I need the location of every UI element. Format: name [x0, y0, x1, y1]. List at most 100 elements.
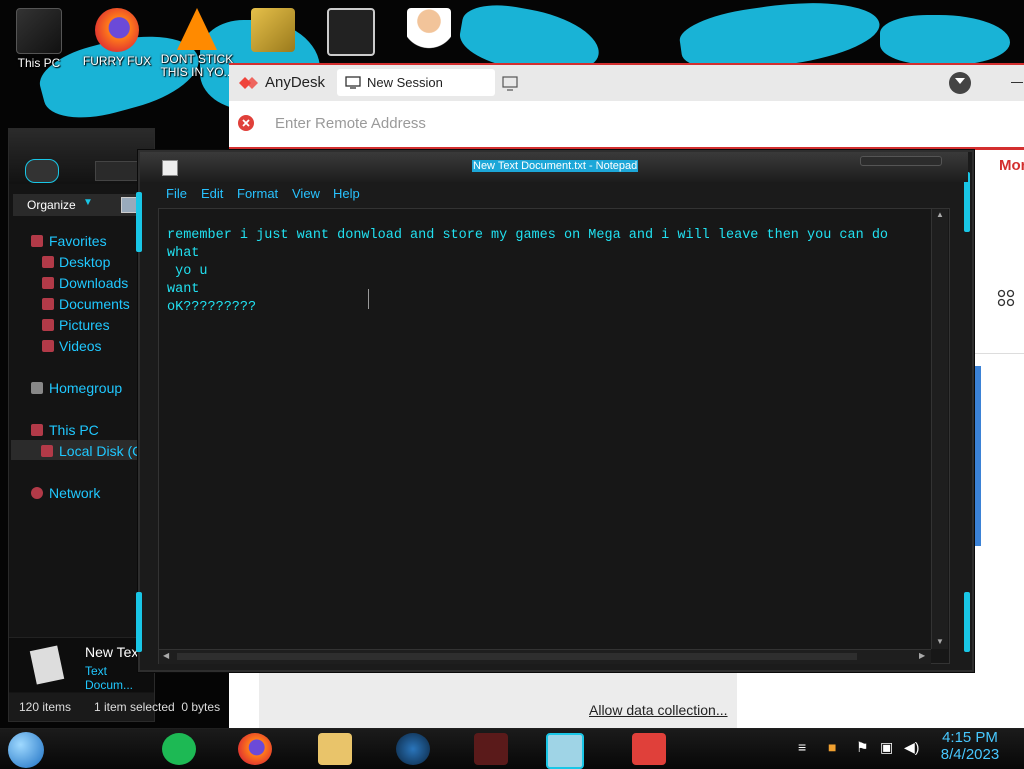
- nav-downloads[interactable]: Downloads: [59, 275, 128, 291]
- menu-help[interactable]: Help: [333, 186, 360, 201]
- volume-icon[interactable]: ◀): [904, 739, 919, 756]
- nav-desktop[interactable]: Desktop: [59, 254, 110, 270]
- chevron-down-icon: ▼: [83, 197, 93, 208]
- this-pc-icon: [31, 424, 43, 436]
- allow-data-collection-link[interactable]: Allow data collection...: [589, 702, 728, 718]
- anydesk-logo-icon: [239, 77, 258, 89]
- menu-format[interactable]: Format: [237, 186, 278, 201]
- homegroup-icon: [31, 382, 43, 394]
- frame-accent: [136, 592, 142, 652]
- address-crumb[interactable]: [95, 161, 141, 181]
- scroll-right-icon[interactable]: ▶: [919, 651, 925, 660]
- videos-icon: [42, 340, 54, 352]
- file-explorer-window[interactable]: Organize ▼ Favorites Desktop Downloads D…: [8, 128, 220, 722]
- error-icon: [238, 115, 254, 131]
- tray-app-icon[interactable]: ■: [828, 739, 836, 755]
- anydesk-tab-bar: AnyDesk New Session: [229, 63, 1024, 101]
- status-bar: 120 items 1 item selected 0 bytes: [9, 693, 220, 721]
- nav-homegroup[interactable]: Homegroup: [49, 380, 122, 396]
- wallpaper-splash: [880, 15, 1010, 65]
- explorer-header: [9, 129, 154, 184]
- more-link[interactable]: Mor: [999, 157, 1024, 174]
- nav-documents[interactable]: Documents: [59, 296, 130, 312]
- scroll-thumb[interactable]: [177, 653, 857, 660]
- address-bar: Enter Remote Address: [229, 101, 1024, 150]
- computer-icon: [16, 8, 62, 54]
- details-pane: New Tex Text Docum...: [9, 637, 154, 692]
- grid-view-icon[interactable]: [997, 289, 1015, 307]
- desktop-icon: [42, 256, 54, 268]
- file-explorer-icon[interactable]: [318, 733, 352, 765]
- anydesk-icon[interactable]: [632, 733, 666, 765]
- footer-panel: [259, 666, 737, 728]
- monitor-icon: [345, 76, 361, 89]
- hxd-editor-icon: [251, 8, 295, 52]
- taskbar: ≡ ■ ⚑ ▣ ◀) 4:15 PM 8/4/2023: [0, 728, 1024, 769]
- menu-edit[interactable]: Edit: [201, 186, 223, 201]
- remote-address-input[interactable]: Enter Remote Address: [275, 115, 426, 132]
- tab-label: New Session: [367, 75, 443, 90]
- pictures-icon: [42, 319, 54, 331]
- notepad-icon: [162, 160, 178, 176]
- scroll-left-icon[interactable]: ◀: [163, 651, 169, 660]
- menu-file[interactable]: File: [166, 186, 187, 201]
- firefox-icon: [95, 8, 139, 52]
- menu-view[interactable]: View: [292, 186, 320, 201]
- nav-pictures[interactable]: Pictures: [59, 317, 110, 333]
- network-tray-icon[interactable]: ▣: [880, 739, 893, 756]
- desktop-icon-hxd[interactable]: [237, 8, 309, 55]
- frame-accent: [136, 192, 142, 252]
- horizontal-scrollbar[interactable]: ◀ ▶: [159, 649, 931, 664]
- notepad-window[interactable]: New Text Document.txt - Notepad File Edi…: [136, 150, 974, 672]
- flag-icon[interactable]: ⚑: [856, 739, 869, 756]
- favorites-icon: [31, 235, 43, 247]
- item-count: 120 items: [19, 700, 72, 714]
- text-editor-area[interactable]: remember i just want donwload and store …: [158, 208, 950, 664]
- spotify-icon[interactable]: [162, 733, 196, 765]
- scroll-down-icon[interactable]: ▼: [936, 637, 944, 646]
- back-button[interactable]: [25, 159, 59, 183]
- notepad-icon[interactable]: [546, 733, 584, 769]
- window-controls[interactable]: [860, 156, 942, 166]
- selected-file-name: New Tex: [85, 644, 139, 660]
- start-button[interactable]: [8, 732, 44, 768]
- vlc-icon: [177, 8, 217, 50]
- clock[interactable]: 4:15 PM 8/4/2023: [938, 729, 1002, 763]
- desktop-icon-this-pc[interactable]: This PC: [3, 8, 75, 70]
- disk-icon: [41, 445, 53, 457]
- desktop-icon-game[interactable]: [315, 8, 387, 59]
- nav-videos[interactable]: Videos: [59, 338, 102, 354]
- clock-time: 4:15 PM: [942, 729, 998, 746]
- nav-this-pc[interactable]: This PC: [49, 422, 99, 438]
- account-menu-icon[interactable]: [949, 72, 971, 94]
- new-tab-icon[interactable]: [502, 76, 520, 92]
- nav-network[interactable]: Network: [49, 485, 100, 501]
- text-cursor-ibeam: [368, 289, 369, 309]
- doctor-icon: [407, 8, 451, 52]
- document-text[interactable]: remember i just want donwload and store …: [167, 227, 927, 317]
- clock-date: 8/4/2023: [940, 746, 1000, 763]
- notepad-titlebar[interactable]: New Text Document.txt - Notepad: [140, 152, 968, 182]
- steam-icon[interactable]: [396, 733, 430, 765]
- nav-local-disk[interactable]: Local Disk (C:: [59, 443, 146, 459]
- minimize-icon[interactable]: [1011, 82, 1023, 83]
- window-title: New Text Document.txt - Notepad: [472, 160, 639, 172]
- network-icon: [31, 487, 43, 499]
- desktop-icon-doctor[interactable]: [393, 8, 465, 55]
- desktop-icon-vlc[interactable]: DONT STICK THIS IN YO...: [159, 8, 235, 79]
- game-shortcut-icon: [327, 8, 375, 56]
- frame-accent: [964, 592, 970, 652]
- game-icon[interactable]: [474, 733, 508, 765]
- menu-bar: File Edit Format View Help: [158, 184, 948, 204]
- anydesk-title: AnyDesk: [265, 74, 326, 91]
- scroll-up-icon[interactable]: ▲: [936, 210, 944, 219]
- selection-info: 1 item selected 0 bytes: [94, 700, 221, 714]
- firefox-icon[interactable]: [238, 733, 272, 765]
- vertical-scrollbar[interactable]: ▲ ▼: [931, 209, 948, 649]
- nav-favorites[interactable]: Favorites: [49, 233, 107, 249]
- view-toggle-icon[interactable]: [121, 197, 137, 213]
- text-file-icon: [29, 645, 65, 685]
- desktop-icon-firefox[interactable]: FURRY FUX: [81, 8, 153, 68]
- tab-new-session[interactable]: New Session: [337, 69, 495, 96]
- tray-menu-icon[interactable]: ≡: [798, 739, 806, 755]
